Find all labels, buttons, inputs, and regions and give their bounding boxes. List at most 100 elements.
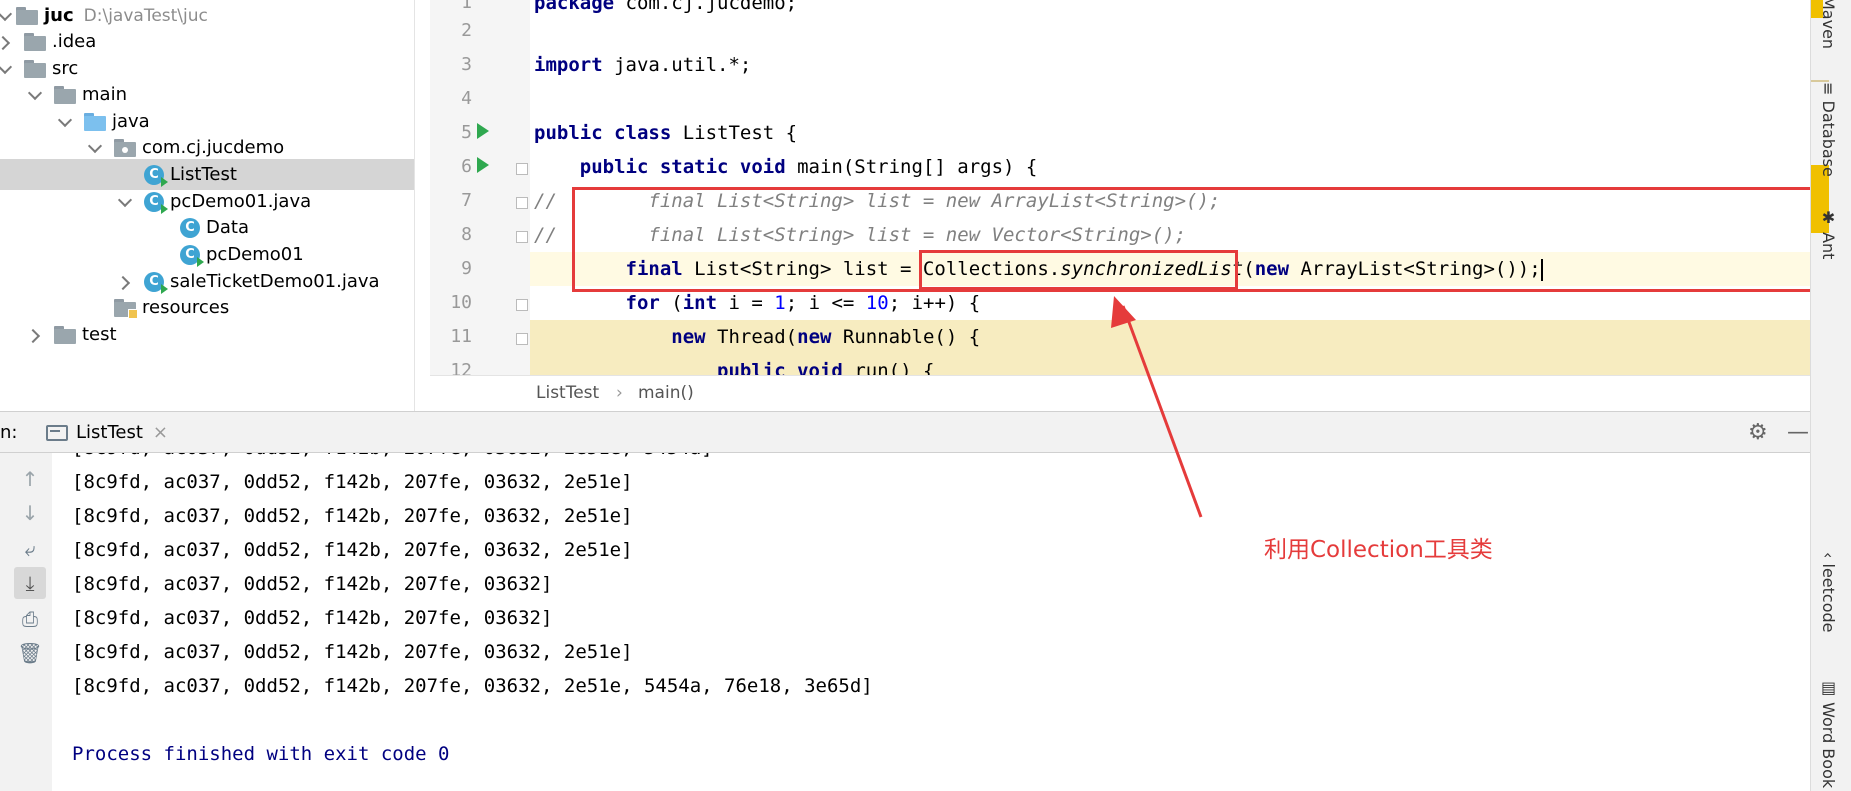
folder-icon	[54, 325, 76, 344]
tool-leetcode[interactable]: ‹ leetcode	[1819, 552, 1838, 633]
line-number: 12	[450, 360, 472, 375]
tree-label: .idea	[52, 31, 97, 52]
console-line: [8c9fd, ac037, 0dd52, f142b, 207fe, 0363…	[72, 471, 633, 493]
chevron-down-icon[interactable]	[54, 110, 78, 134]
database-icon: ≡	[1819, 82, 1838, 96]
tool-maven[interactable]: Maven	[1819, 0, 1838, 49]
ide-window: juc D:\javaTest\juc .idea src main java …	[0, 0, 1851, 791]
fold-icon[interactable]	[516, 299, 528, 311]
arrow-down-icon[interactable]: ↓	[14, 497, 46, 529]
line-number: 1	[461, 0, 472, 13]
project-tree: juc D:\javaTest\juc .idea src main java …	[0, 0, 415, 411]
breadcrumb-item[interactable]: main()	[638, 383, 694, 403]
java-class-icon: C	[144, 164, 168, 187]
soft-wrap-icon[interactable]: ⤶	[14, 533, 46, 565]
chevron-right-icon[interactable]	[0, 30, 18, 54]
line-number: 5	[461, 122, 472, 143]
tree-label: Data	[206, 217, 249, 238]
java-file-icon: C	[144, 191, 168, 214]
tree-label: com.cj.jucdemo	[142, 137, 285, 158]
tree-label: src	[52, 58, 79, 79]
line-number: 4	[461, 88, 472, 109]
line-number: 3	[461, 54, 472, 75]
tree-label: main	[82, 84, 127, 105]
console-line: [8c9fd, ac037, 0dd52, f142b, 207fe, 0363…	[72, 675, 873, 697]
console-line: [8c9fd, ac037, 0dd52, f142b, 207fe, 0363…	[72, 539, 633, 561]
java-file-icon: C	[144, 271, 168, 294]
fold-icon[interactable]	[516, 197, 528, 209]
console-output[interactable]: [8c9fd, ac037, 0dd52, f142b, 207fe, 0363…	[52, 453, 1810, 791]
console-line: [8c9fd, ac037, 0dd52, f142b, 207fe, 0363…	[72, 641, 633, 663]
tool-ant[interactable]: ✱ Ant	[1819, 208, 1838, 259]
line-number: 2	[461, 20, 472, 41]
source-folder-icon	[84, 112, 106, 131]
console-line: [8c9fd, ac037, 0dd52, f142b, 207fe, 0363…	[72, 607, 553, 629]
print-icon[interactable]: ⎙	[14, 603, 46, 635]
folder-icon	[54, 85, 76, 104]
console-line: [8c9fd, ac037, 0dd52, f142b, 207fe, 0363…	[72, 505, 633, 527]
folder-icon	[24, 32, 46, 51]
chevron-right-icon[interactable]	[114, 270, 138, 294]
close-icon[interactable]: ×	[153, 422, 168, 443]
tab-listtest[interactable]: ListTest ×	[38, 412, 182, 453]
book-icon: ▤	[1819, 678, 1838, 697]
folder-icon	[16, 6, 38, 25]
console-line: [8c9fd, ac037, 0dd52, f142b, 207fe, 0363…	[72, 453, 713, 465]
line-number: 8	[461, 224, 472, 245]
project-path: D:\javaTest\juc	[83, 5, 208, 26]
leetcode-icon: ‹	[1819, 552, 1838, 559]
console-line: [8c9fd, ac037, 0dd52, f142b, 207fe, 0363…	[72, 573, 553, 595]
tree-label: juc	[44, 5, 74, 26]
breadcrumb: ListTest › main()	[430, 375, 1810, 411]
code-line-12: public void run() {	[717, 360, 935, 375]
folder-icon	[24, 59, 46, 78]
code-line-5: public class ListTest {	[534, 122, 798, 144]
chevron-down-icon[interactable]	[0, 57, 18, 81]
code-line-11: new Thread(new Runnable() {	[671, 326, 981, 348]
annotation-label: 利用Collection工具类	[1264, 537, 1493, 563]
tool-database[interactable]: ≡ Database	[1819, 82, 1838, 177]
fold-icon[interactable]	[516, 333, 528, 345]
tree-label: java	[112, 111, 150, 132]
line-number: 11	[450, 326, 472, 347]
tree-label: pcDemo01.java	[170, 191, 312, 212]
line-number: 9	[461, 258, 472, 279]
line-number: 10	[450, 292, 472, 313]
line-number: 7	[461, 190, 472, 211]
scroll-to-end-icon[interactable]: ⤓	[14, 567, 46, 599]
java-class-icon: C	[180, 244, 204, 267]
tab-label: ListTest	[76, 422, 143, 443]
tree-row-test[interactable]: test	[0, 319, 414, 350]
breadcrumb-separator: ›	[616, 383, 623, 403]
chevron-down-icon[interactable]	[114, 190, 138, 214]
code-line-6: public static void main(String[] args) {	[579, 156, 1038, 178]
annotation-box-inner	[919, 250, 1238, 290]
package-icon	[114, 138, 136, 157]
code-editor[interactable]: 1 2 3 4 5 6 7 8 9 10 11 12 package com.c…	[430, 0, 1810, 375]
java-class-icon: C	[180, 217, 200, 238]
arrow-up-icon[interactable]: ↑	[14, 463, 46, 495]
tree-label: ListTest	[170, 164, 237, 185]
editor-gutter[interactable]: 1 2 3 4 5 6 7 8 9 10 11 12	[430, 0, 530, 375]
trash-icon[interactable]: 🗑	[14, 637, 46, 669]
run-icon[interactable]	[477, 123, 489, 139]
tree-label: resources	[142, 297, 230, 318]
tree-label: saleTicketDemo01.java	[170, 271, 380, 292]
breadcrumb-item[interactable]: ListTest	[536, 383, 599, 403]
chevron-right-icon[interactable]	[24, 323, 48, 347]
fold-icon[interactable]	[516, 231, 528, 243]
code-line-1: package com.cj.jucdemo;	[534, 0, 798, 14]
tool-word-book[interactable]: ▤ Word Book	[1819, 678, 1838, 788]
ant-icon: ✱	[1819, 208, 1838, 227]
resources-folder-icon	[114, 298, 138, 319]
process-finished-message: Process finished with exit code 0	[72, 743, 450, 765]
gear-icon[interactable]: ⚙	[1748, 420, 1768, 445]
console-icon	[46, 424, 68, 441]
chevron-down-icon[interactable]	[84, 136, 108, 160]
fold-icon[interactable]	[516, 163, 528, 175]
line-number: 6	[461, 156, 472, 177]
run-icon[interactable]	[477, 157, 489, 173]
minimize-icon[interactable]: —	[1787, 420, 1809, 445]
chevron-down-icon[interactable]	[24, 83, 48, 107]
run-toolbar: ↑ ↓ ⤶ ⤓ ⎙ 🗑	[0, 453, 52, 791]
